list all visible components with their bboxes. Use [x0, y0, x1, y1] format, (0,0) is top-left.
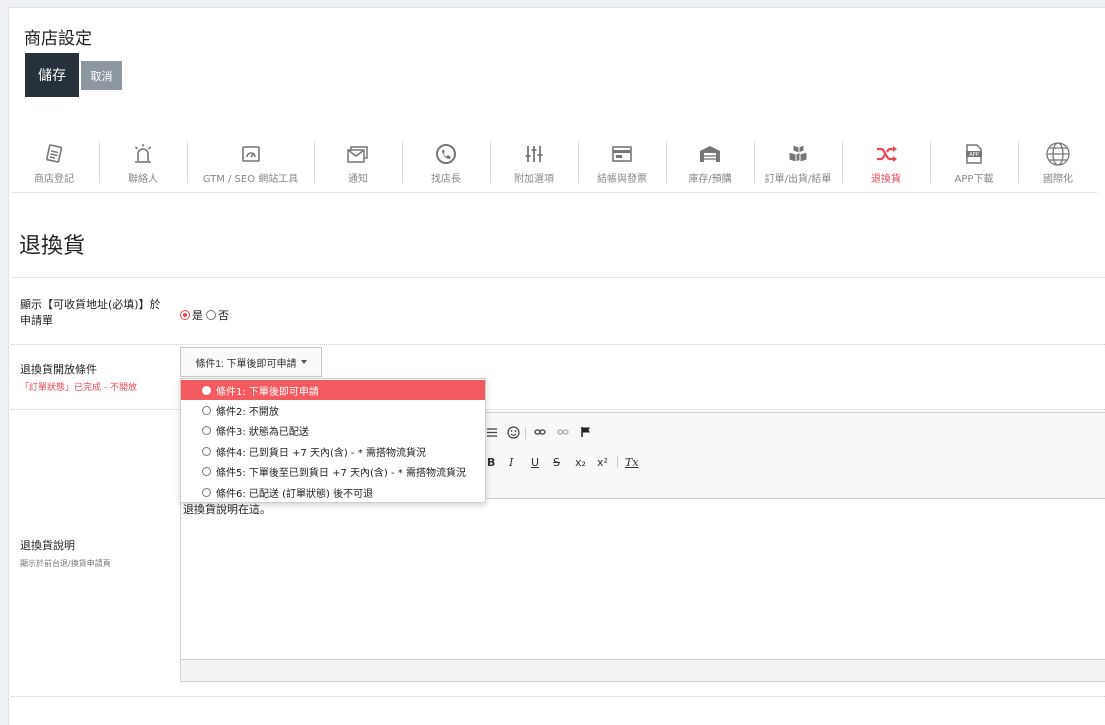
radio-yes-label: 是 — [192, 309, 203, 322]
section-divider — [11, 277, 1105, 278]
condition-option[interactable]: 條件6: 已配送 (訂單狀態) 後不可退 — [181, 482, 485, 502]
strike-button[interactable]: S — [553, 456, 560, 469]
nav-item-label: 商店登記 — [34, 174, 74, 185]
toolbar-separator — [617, 456, 618, 468]
radio-icon — [202, 487, 211, 497]
app-icon: APP — [963, 142, 985, 166]
condition-option[interactable]: 條件1: 下單後即可申請 — [181, 380, 485, 400]
subscript-button[interactable]: x₂ — [575, 456, 586, 469]
nav-item-label: 結帳與發票 — [597, 174, 647, 185]
nav-item-label: 退換貨 — [871, 174, 901, 185]
nav-item-label: 通知 — [348, 174, 368, 185]
nav-item-label: APP下載 — [954, 174, 994, 185]
condition-select[interactable]: 條件1: 下單後即可申請 — [180, 347, 322, 377]
nav-item-contact[interactable]: 聯絡人 — [100, 135, 186, 192]
radio-icon — [202, 466, 211, 476]
nav-item-label: 找店長 — [431, 174, 461, 185]
radio-yes[interactable] — [180, 310, 190, 320]
svg-text:APP: APP — [969, 152, 978, 158]
italic-button[interactable]: I — [509, 456, 513, 469]
superscript-button[interactable]: x² — [597, 456, 608, 469]
nav-item-find-owner[interactable]: 找店長 — [403, 135, 489, 192]
radio-icon — [202, 446, 211, 456]
condition-dropdown-menu: 條件1: 下單後即可申請 條件2: 不開放 條件3: 狀態為已配送 條件4: 已… — [180, 378, 486, 503]
unlink-icon[interactable] — [557, 427, 569, 440]
editor-footer — [181, 659, 1105, 681]
flag-icon[interactable] — [580, 426, 592, 441]
register-icon — [43, 142, 65, 166]
warehouse-icon — [698, 142, 722, 166]
bold-button[interactable]: B — [487, 456, 495, 469]
section-title: 退換貨 — [19, 234, 86, 259]
condition-option[interactable]: 條件3: 狀態為已配送 — [181, 420, 485, 440]
nav-item-register[interactable]: 商店登記 — [11, 135, 97, 192]
option-label: 條件6: 已配送 (訂單狀態) 後不可退 — [216, 488, 374, 500]
nav-item-label: 附加選項 — [514, 174, 554, 185]
save-button[interactable]: 儲存 — [25, 53, 79, 97]
phone-icon — [435, 142, 457, 166]
caret-down-icon — [300, 360, 307, 364]
link-icon[interactable] — [534, 427, 546, 440]
description-field-label: 退換貨說明 — [20, 539, 75, 552]
shuffle-icon — [875, 142, 897, 166]
globe-icon — [1045, 142, 1071, 166]
nav-item-notify[interactable]: 通知 — [315, 135, 401, 192]
condition-option[interactable]: 條件4: 已到貨日 +7 天內(含) - * 需搭物流貨況 — [181, 441, 485, 461]
nav-item-label: 國際化 — [1043, 174, 1073, 185]
row-divider — [11, 409, 1105, 411]
row-divider — [11, 344, 1105, 346]
radio-no-label: 否 — [218, 309, 229, 322]
radio-icon — [202, 385, 211, 395]
sliders-icon — [523, 142, 545, 166]
option-label: 條件2: 不開放 — [216, 406, 279, 418]
address-field-label: 顯示【可收貨地址(必填)】於申請單 — [20, 298, 161, 327]
dashboard-icon — [240, 142, 262, 166]
emoji-icon[interactable] — [507, 426, 520, 442]
option-label: 條件5: 下單後至已到貨日 +7 天內(含) - * 需搭物流貨況 — [216, 467, 466, 479]
editor-content[interactable]: 退換貨說明在這。 — [183, 501, 271, 517]
nav-item-returns[interactable]: 退換貨 — [843, 135, 929, 192]
nav-item-orders[interactable]: 訂單/出貨/結單 — [755, 135, 841, 192]
radio-icon — [202, 405, 211, 415]
nav-item-label: 庫存/預購 — [688, 174, 732, 185]
nav-item-checkout[interactable]: 結帳與發票 — [579, 135, 665, 192]
nav-item-label: 聯絡人 — [128, 174, 158, 185]
address-radio-group: 是 否 — [180, 307, 229, 323]
nav-item-i18n[interactable]: 國際化 — [1019, 135, 1097, 192]
nav-item-app[interactable]: APP APP下載 — [931, 135, 1017, 192]
alarm-icon — [132, 142, 154, 166]
radio-icon — [202, 425, 211, 435]
condition-note: 「訂單狀態」已完成 - 不開放 — [20, 383, 137, 393]
condition-option[interactable]: 條件5: 下單後至已到貨日 +7 天內(含) - * 需搭物流貨況 — [181, 461, 485, 481]
page-title: 商店設定 — [24, 29, 92, 49]
option-label: 條件4: 已到貨日 +7 天內(含) - * 需搭物流貨況 — [216, 447, 426, 459]
settings-nav: 商店登記 聯絡人 GTM / SEO 網站工具 通知 找店長 附加選項 結帳與發… — [11, 135, 1097, 193]
option-label: 條件3: 狀態為已配送 — [216, 426, 309, 438]
option-label: 條件1: 下單後即可申請 — [216, 386, 319, 398]
nav-item-gtm-seo[interactable]: GTM / SEO 網站工具 — [188, 135, 313, 192]
radio-no[interactable] — [206, 310, 216, 320]
underline-button[interactable]: U — [531, 456, 539, 469]
condition-field-label: 退換貨開放條件 — [20, 363, 97, 376]
description-note: 顯示於前台退/換貨申請頁 — [20, 559, 111, 568]
condition-option[interactable]: 條件2: 不開放 — [181, 400, 485, 420]
nav-item-addons[interactable]: 附加選項 — [491, 135, 577, 192]
cancel-button[interactable]: 取消 — [81, 61, 122, 90]
row-divider — [11, 696, 1105, 698]
align-justify-icon[interactable] — [486, 427, 498, 441]
mail-icon — [346, 142, 370, 166]
invoice-icon — [611, 142, 633, 166]
nav-item-label: GTM / SEO 網站工具 — [202, 174, 299, 185]
condition-selected-label: 條件1: 下單後即可申請 — [195, 358, 297, 370]
toolbar-separator — [525, 427, 526, 439]
boxes-icon — [786, 142, 810, 166]
nav-item-inventory[interactable]: 庫存/預購 — [667, 135, 753, 192]
nav-item-label: 訂單/出貨/結單 — [764, 174, 832, 185]
clear-format-button[interactable]: Tx — [625, 456, 639, 469]
